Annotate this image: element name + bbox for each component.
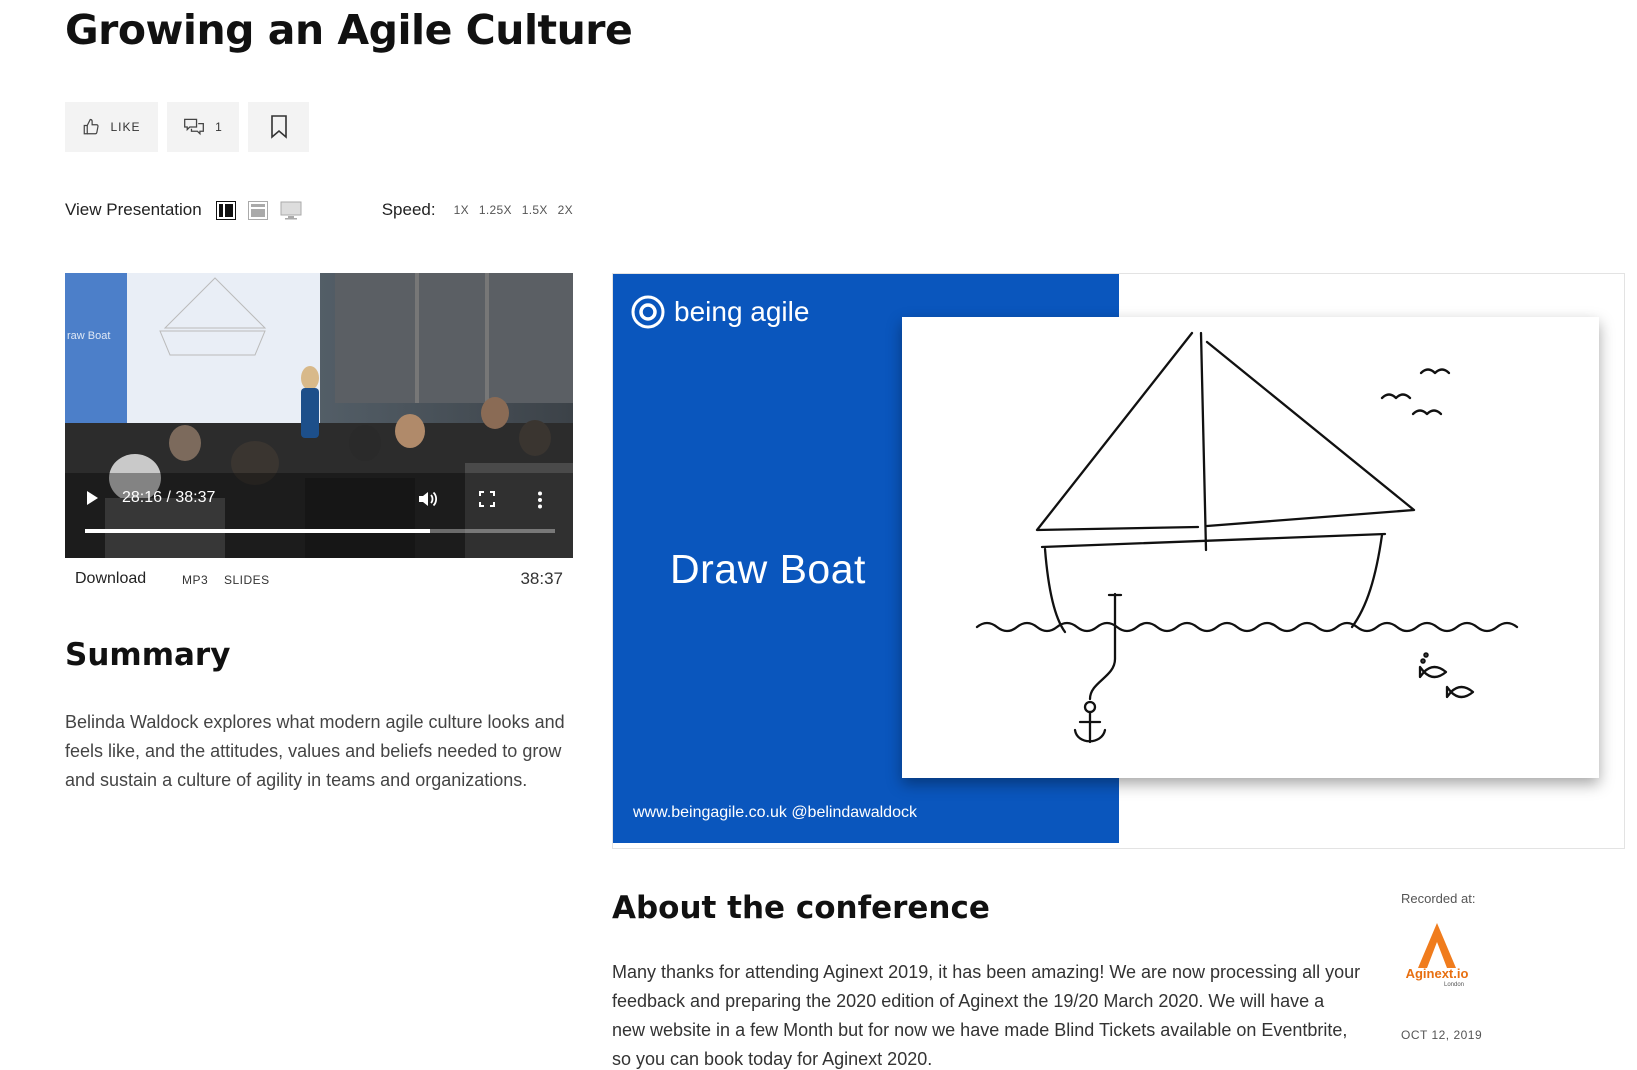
like-label: LIKE <box>110 120 141 134</box>
download-link[interactable]: Download <box>75 570 146 588</box>
comment-icon <box>184 118 205 136</box>
download-bar: Download MP3 SLIDES 38:37 <box>65 568 573 590</box>
video-progress-fill <box>85 529 430 533</box>
slide-viewer[interactable]: being agile Draw Boat www.beingagile.co.… <box>612 273 1625 849</box>
like-button[interactable]: LIKE <box>65 102 158 152</box>
fullscreen-icon[interactable] <box>479 491 495 507</box>
aginext-logo-text: Aginext.io <box>1406 966 1469 981</box>
view-controls: View Presentation Speed: 1X 1.25X 1.5X 2… <box>65 200 583 220</box>
speed-option-1-25x[interactable]: 1.25X <box>479 203 512 217</box>
comments-button[interactable]: 1 <box>167 102 239 152</box>
video-player[interactable]: raw Boat 28:16 / 38:37 <box>65 273 573 558</box>
video-progress-bar[interactable] <box>85 529 555 533</box>
video-time: 28:16 / 38:37 <box>122 489 216 506</box>
boat-drawing <box>902 317 1599 778</box>
speed-option-1-5x[interactable]: 1.5X <box>522 203 548 217</box>
slide-brand: being agile <box>674 296 810 327</box>
download-slides-link[interactable]: SLIDES <box>224 573 270 587</box>
thumbs-up-icon <box>84 118 100 135</box>
view-presentation-label: View Presentation <box>65 200 202 219</box>
download-mp3-link[interactable]: MP3 <box>182 573 208 587</box>
bookmark-icon <box>270 115 287 139</box>
recorded-date: OCT 12, 2019 <box>1401 1028 1483 1042</box>
summary-heading: Summary <box>65 637 231 673</box>
aginext-logo[interactable]: Aginext.io London <box>1401 918 1473 990</box>
bookmark-button[interactable] <box>248 102 309 152</box>
volume-icon[interactable] <box>418 490 438 508</box>
slides-only-layout-icon[interactable] <box>280 201 302 220</box>
more-vertical-icon[interactable] <box>537 491 543 509</box>
slide-title: Draw Boat <box>670 546 866 592</box>
speed-label: Speed: <box>381 200 436 219</box>
video-frame: raw Boat <box>65 273 573 558</box>
speed-option-1x[interactable]: 1X <box>454 203 469 217</box>
side-by-side-layout-icon[interactable] <box>215 200 236 220</box>
video-duration: 38:37 <box>520 569 563 588</box>
conference-text: Many thanks for attending Aginext 2019, … <box>612 962 1361 1069</box>
play-icon[interactable] <box>85 490 99 506</box>
action-bar: LIKE 1 <box>65 102 309 152</box>
speed-option-2x[interactable]: 2X <box>558 203 573 217</box>
page-title: Growing an Agile Culture <box>65 6 633 54</box>
stacked-layout-icon[interactable] <box>247 200 268 220</box>
aginext-logo-sub: London <box>1444 982 1464 988</box>
summary-text: Belinda Waldock explores what modern agi… <box>65 712 565 790</box>
being-agile-logo: being agile <box>630 294 809 330</box>
conference-heading: About the conference <box>612 890 990 926</box>
comment-count: 1 <box>215 120 223 134</box>
slide-footer: www.beingagile.co.uk @belindawaldock <box>633 804 917 821</box>
recorded-at-label: Recorded at: <box>1401 891 1476 906</box>
being-agile-logo-icon <box>631 295 665 329</box>
video-slide-text: raw Boat <box>67 330 110 342</box>
